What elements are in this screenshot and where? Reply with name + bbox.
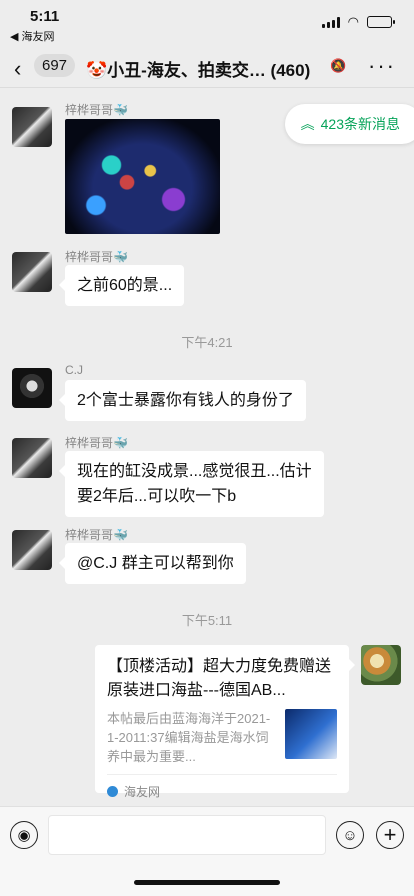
avatar[interactable] xyxy=(12,368,52,408)
sender-name: C.J xyxy=(65,363,83,377)
double-chevron-up-icon: ︽ xyxy=(300,116,315,132)
sender-name: 梓桦哥哥🐳 xyxy=(65,250,128,264)
voice-input-button[interactable]: ◉ xyxy=(10,821,38,849)
link-card-description: 本帖最后由蓝海海洋于2021-1-2011:37编辑海盐是海水饲养中最为重要..… xyxy=(107,711,271,764)
message-input[interactable] xyxy=(48,815,326,855)
battery-icon xyxy=(367,16,395,28)
image-message[interactable] xyxy=(65,119,220,234)
link-card-thumbnail xyxy=(285,709,337,759)
sender-name: 梓桦哥哥🐳 xyxy=(65,103,128,117)
more-options-button[interactable]: ··· xyxy=(368,53,396,79)
status-icons: ◠ xyxy=(321,14,395,30)
back-to-app-link[interactable]: ◀ 海友网 xyxy=(10,28,55,44)
emoji-button[interactable]: ☺ xyxy=(336,821,364,849)
avatar[interactable] xyxy=(12,438,52,478)
link-card-source: 海友网 xyxy=(107,774,337,800)
new-messages-button[interactable]: ︽ 423条新消息 xyxy=(284,104,414,144)
avatar[interactable] xyxy=(12,530,52,570)
more-actions-button[interactable]: + xyxy=(376,821,404,849)
message-text: 2个富士暴露你有钱人的身份了 xyxy=(77,392,294,409)
timestamp: 下午4:21 xyxy=(181,335,233,350)
my-avatar[interactable] xyxy=(361,645,401,685)
source-logo-icon xyxy=(107,786,118,797)
sender-name: 梓桦哥哥🐳 xyxy=(65,528,128,542)
back-button[interactable]: ‹ xyxy=(14,56,21,82)
message-text-line: 要2年后...可以吹一下b xyxy=(77,488,237,505)
chat-title: 🤡小丑-海友、拍卖交… (460) xyxy=(86,61,311,80)
wifi-icon: ◠ xyxy=(347,14,359,29)
link-card-title: 【顶楼活动】超大力度免费赠送原装进口海盐---德国AB... xyxy=(107,658,332,699)
message-text: @C.J 群主可以帮到你 xyxy=(77,555,234,572)
message-text-line: 现在的缸没成景...感觉很丑...估计 xyxy=(77,463,312,480)
home-indicator[interactable] xyxy=(134,880,280,885)
signal-icon xyxy=(321,16,340,28)
unread-count-badge[interactable]: 697 xyxy=(34,54,76,77)
message-bubble[interactable]: 现在的缸没成景...感觉很丑...估计 要2年后...可以吹一下b xyxy=(59,451,324,517)
mute-bell-icon: 🔕 xyxy=(330,58,347,73)
status-time: 5:11 xyxy=(30,8,60,25)
status-bar: 5:11 ◀ 海友网 ◠ xyxy=(0,0,414,44)
message-text: 之前60的景... xyxy=(77,277,173,294)
link-card-message[interactable]: 【顶楼活动】超大力度免费赠送原装进口海盐---德国AB... 本帖最后由蓝海海洋… xyxy=(95,645,355,799)
new-messages-label: 423条新消息 xyxy=(320,116,400,132)
message-bubble[interactable]: @C.J 群主可以帮到你 xyxy=(59,543,246,584)
avatar[interactable] xyxy=(12,252,52,292)
avatar[interactable] xyxy=(12,107,52,147)
link-card-source-name: 海友网 xyxy=(124,785,161,799)
message-bubble[interactable]: 之前60的景... xyxy=(58,265,185,306)
sender-name: 梓桦哥哥🐳 xyxy=(65,436,128,450)
message-bubble[interactable]: 2个富士暴露你有钱人的身份了 xyxy=(59,380,306,421)
chat-header: ‹ 697 🤡小丑-海友、拍卖交… (460) 🔕 ··· xyxy=(0,46,414,88)
timestamp: 下午5:11 xyxy=(181,613,233,628)
